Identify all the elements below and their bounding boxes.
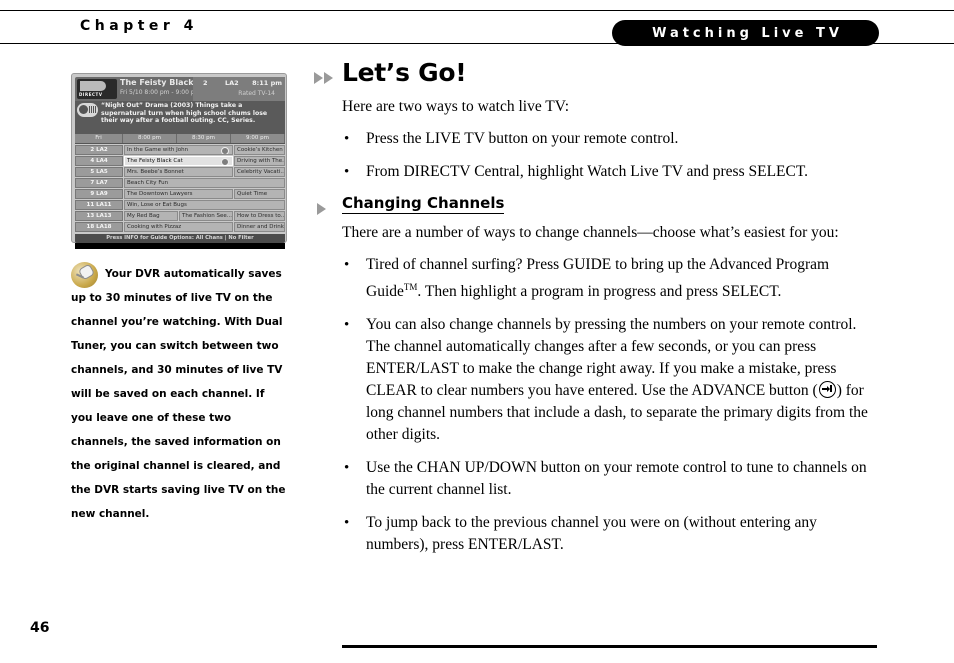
main-content: Let’s Go! Here are two ways to watch liv…	[314, 58, 882, 567]
guide-program-cell[interactable]: My Red Bag	[124, 211, 178, 221]
list-item: Press the LIVE TV button on your remote …	[342, 128, 882, 150]
footer-rule	[342, 645, 877, 648]
guide-program-cell[interactable]: Cooking with Pizzaz	[124, 222, 233, 232]
guide-time-slot: 9:00 pm	[231, 134, 285, 143]
page-title-row: Let’s Go!	[314, 58, 882, 96]
directv-wordmark: DIRECTV	[79, 92, 103, 97]
banner-top-row: DIRECTV The Feisty Black Cat Fri 5/10 8:…	[75, 77, 285, 101]
page-number: 46	[30, 620, 50, 636]
guide-program-cell[interactable]: Cookie’s Kitchen	[234, 145, 285, 155]
page-title: Let’s Go!	[342, 58, 467, 87]
guide-program-cell[interactable]: The Fashion See...	[179, 211, 233, 221]
guide-channel-label[interactable]: 11 LA11	[75, 200, 123, 210]
trademark-mark: TM	[403, 282, 418, 292]
section-title-pill: Watching Live TV	[612, 20, 879, 46]
guide-program-cell[interactable]: The Feisty Black Cat	[124, 156, 233, 166]
banner-channel-number: 2	[203, 79, 208, 87]
list-item: To jump back to the previous channel you…	[342, 512, 882, 556]
pushpin-icon	[71, 262, 98, 288]
guide-channel-label[interactable]: 13 LA13	[75, 211, 123, 221]
guide-row[interactable]: 9 LA9 The Downtown Lawyers Quiet Time	[75, 189, 285, 199]
guide-row[interactable]: 18 LA18 Cooking with Pizzaz Dinner and Dri…	[75, 222, 285, 232]
list-item: You can also change channels by pressing…	[342, 314, 882, 446]
guide-time-slot: 8:30 pm	[177, 134, 231, 143]
guide-program-cell[interactable]: Dinner and Drinks	[234, 222, 285, 232]
triangle-icon	[317, 200, 326, 218]
guide-row[interactable]: 11 LA11 Win, Lose or Eat Bugs	[75, 200, 285, 210]
guide-channel-label[interactable]: 2 LA2	[75, 145, 123, 155]
running-header: Chapter 4 Watching Live TV	[0, 10, 954, 46]
program-banner: DIRECTV The Feisty Black Cat Fri 5/10 8:…	[75, 77, 285, 134]
record-dot-icon	[221, 147, 229, 154]
guide-program-cell[interactable]: Win, Lose or Eat Bugs	[124, 200, 285, 210]
subheading-row: Changing Channels	[317, 194, 882, 222]
double-triangle-icon	[314, 69, 334, 87]
guide-channel-label[interactable]: 7 LA7	[75, 178, 123, 188]
banner-clock: 8:11 pm	[252, 79, 282, 87]
screen-bottom-bezel	[75, 243, 285, 249]
list-item: Use the CHAN UP/DOWN button on your remo…	[342, 457, 882, 501]
guide-channel-label[interactable]: 18 LA18	[75, 222, 123, 232]
guide-row[interactable]: 4 LA4 The Feisty Black Cat Driving with Th…	[75, 156, 285, 166]
guide-channel-label[interactable]: 4 LA4	[75, 156, 123, 166]
banner-description-row: “Night Out” Drama (2003) Things take a s…	[75, 101, 285, 134]
banner-description-text: “Night Out” Drama (2003) Things take a s…	[101, 102, 268, 125]
list-item: From DIRECTV Central, highlight Watch Li…	[342, 161, 882, 183]
banner-channel-info: 2 LA2 8:11 pm Rated TV-14	[193, 77, 285, 101]
banner-program-time: Fri 5/10 8:00 pm - 9:00 pm	[120, 89, 201, 96]
guide-day-label: Fri	[75, 134, 123, 143]
guide-timebar: Fri 8:00 pm 8:30 pm 9:00 pm	[75, 134, 285, 144]
intro-bullet-list: Press the LIVE TV button on your remote …	[342, 128, 882, 183]
sidebar-note-text: Your DVR automatically saves up to 30 mi…	[71, 262, 289, 526]
section-title-text: Watching Live TV	[652, 25, 843, 41]
banner-rating: Rated TV-14	[238, 90, 275, 97]
tv-guide-screenshot-figure: DIRECTV The Feisty Black Cat Fri 5/10 8:…	[71, 73, 287, 249]
chapter-label: Chapter 4	[80, 18, 198, 34]
bullet-numbers-text-a: You can also change channels by pressing…	[366, 316, 857, 400]
guide-row[interactable]: 5 LA5 Mrs. Beebe’s Bonnet Celebrity Vacati…	[75, 167, 285, 177]
subheading: Changing Channels	[342, 194, 505, 214]
guide-row[interactable]: 13 LA13 My Red Bag The Fashion See... How t…	[75, 211, 285, 221]
guide-program-cell[interactable]: Celebrity Vacati...	[234, 167, 285, 177]
intro-paragraph: Here are two ways to watch live TV:	[342, 98, 570, 115]
guide-channel-label[interactable]: 9 LA9	[75, 189, 123, 199]
list-item: Tired of channel surfing? Press GUIDE to…	[342, 254, 882, 303]
guide-program-cell[interactable]: Beach City Fun	[124, 178, 285, 188]
subhead-intro-paragraph: There are a number of ways to change cha…	[342, 224, 839, 241]
changing-channels-bullet-list: Tired of channel surfing? Press GUIDE to…	[342, 254, 882, 556]
advance-button-icon	[818, 381, 836, 399]
guide-time-slot: 8:00 pm	[123, 134, 177, 143]
directv-logo-icon: DIRECTV	[77, 79, 117, 99]
guide-row[interactable]: 7 LA7 Beach City Fun	[75, 178, 285, 188]
guide-program-cell[interactable]: Quiet Time	[234, 189, 285, 199]
guide-footer-hint: Press INFO for Guide Options: All Chans …	[75, 234, 285, 243]
guide-row[interactable]: 2 LA2 In the Game with John Cookie’s Kitch…	[75, 145, 285, 155]
program-thumbnail-icon	[77, 103, 98, 117]
guide-program-cell[interactable]: How to Dress to...	[234, 211, 285, 221]
record-dot-icon	[221, 158, 229, 165]
banner-channel-call: LA2	[225, 79, 239, 87]
guide-program-cell[interactable]: In the Game with John	[124, 145, 233, 155]
guide-channel-label[interactable]: 5 LA5	[75, 167, 123, 177]
guide-program-cell[interactable]: The Downtown Lawyers	[124, 189, 233, 199]
sidebar-note-body: Your DVR automatically saves up to 30 mi…	[71, 268, 286, 520]
guide-program-cell[interactable]: Driving with The...	[234, 156, 285, 166]
bullet-guide-text-b: . Then highlight a program in progress a…	[417, 283, 782, 301]
guide-program-cell[interactable]: Mrs. Beebe’s Bonnet	[124, 167, 233, 177]
header-rule-top	[0, 10, 954, 11]
sidebar-note: Your DVR automatically saves up to 30 mi…	[71, 262, 289, 526]
guide-grid: Fri 8:00 pm 8:30 pm 9:00 pm 2 LA2 In the Gam…	[75, 134, 285, 243]
